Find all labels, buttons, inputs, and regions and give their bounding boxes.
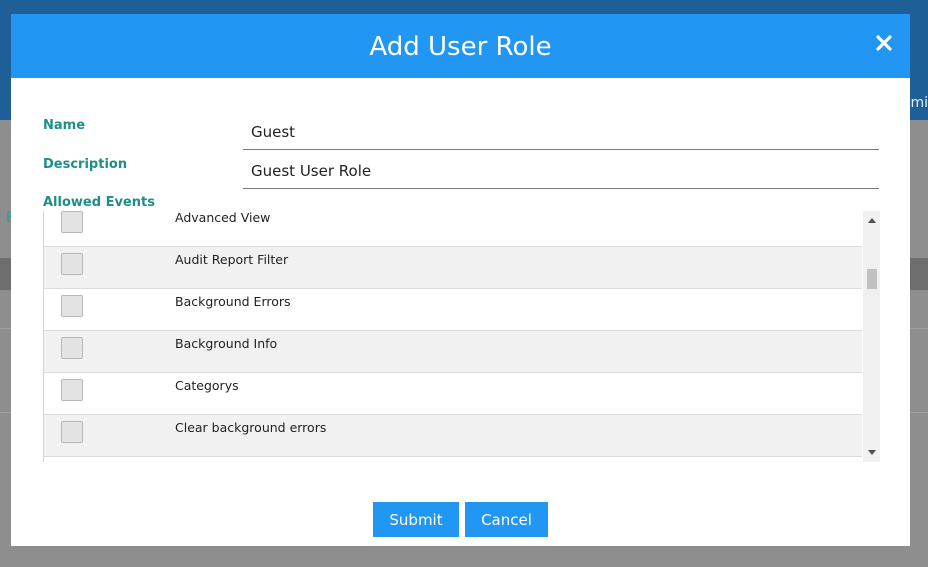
- list-item[interactable]: Background Info: [44, 331, 862, 373]
- submit-button[interactable]: Submit: [373, 502, 459, 537]
- scroll-down-arrow-icon[interactable]: [863, 446, 880, 460]
- event-label: Audit Report Filter: [175, 252, 289, 267]
- description-label: Description: [43, 157, 128, 172]
- name-input[interactable]: [243, 114, 879, 150]
- event-checkbox[interactable]: [61, 379, 83, 401]
- event-label: Advanced View: [175, 211, 271, 225]
- event-checkbox[interactable]: [61, 253, 83, 275]
- event-label: Background Errors: [175, 294, 291, 309]
- allowed-events-label: Allowed Events: [43, 195, 155, 210]
- scroll-thumb[interactable]: [867, 269, 877, 289]
- list-item[interactable]: Advanced View: [44, 211, 862, 247]
- list-scrollbar[interactable]: [863, 211, 880, 462]
- modal-title: Add User Role: [369, 32, 552, 62]
- add-user-role-modal: Add User Role Name Description Allowed E…: [11, 14, 910, 546]
- list-item[interactable]: Categorys: [44, 373, 862, 415]
- scroll-up-arrow-icon[interactable]: [863, 213, 880, 227]
- close-icon[interactable]: [872, 31, 896, 55]
- list-item[interactable]: Clear background errors: [44, 415, 862, 457]
- list-item[interactable]: Background Errors: [44, 289, 862, 331]
- event-label: Categorys: [175, 378, 239, 393]
- event-checkbox[interactable]: [61, 295, 83, 317]
- event-label: Background Info: [175, 336, 278, 351]
- list-item[interactable]: Audit Report Filter: [44, 247, 862, 289]
- cancel-button[interactable]: Cancel: [465, 502, 548, 537]
- event-label: Clear background errors: [175, 420, 327, 435]
- description-input[interactable]: [243, 153, 879, 189]
- app-nav-fragment-right: mi: [910, 95, 928, 111]
- event-checkbox[interactable]: [61, 421, 83, 443]
- event-checkbox[interactable]: [61, 211, 83, 233]
- modal-header: Add User Role: [11, 14, 910, 78]
- name-label: Name: [43, 118, 86, 133]
- event-checkbox[interactable]: [61, 337, 83, 359]
- allowed-events-list[interactable]: Advanced View Audit Report Filter Backgr…: [43, 211, 880, 462]
